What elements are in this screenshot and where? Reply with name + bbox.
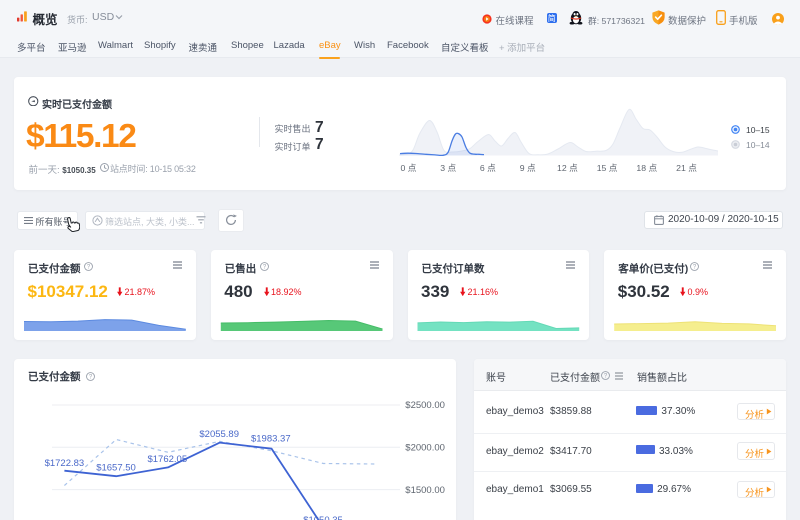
svg-text:$1050.35: $1050.35: [303, 515, 343, 520]
svg-text:$2000.00: $2000.00: [405, 443, 445, 454]
svg-text:$1500.00: $1500.00: [405, 485, 445, 496]
svg-text:$1722.83: $1722.83: [45, 458, 85, 469]
svg-text:$2500.00: $2500.00: [405, 400, 445, 411]
svg-text:$1762.05: $1762.05: [147, 454, 187, 465]
svg-text:$1983.37: $1983.37: [251, 434, 291, 445]
svg-text:$2055.89: $2055.89: [199, 429, 239, 440]
svg-text:$1657.50: $1657.50: [96, 463, 136, 474]
